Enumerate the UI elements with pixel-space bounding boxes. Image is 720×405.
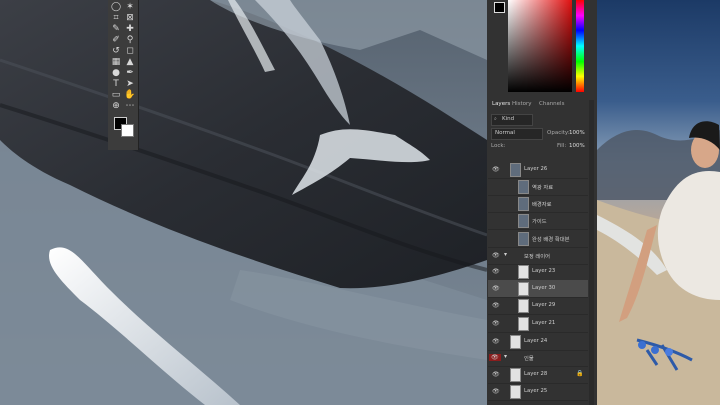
layer-name: 가이드 <box>532 219 547 225</box>
visibility-eye-icon[interactable]: 👁 <box>492 371 500 378</box>
opacity-input[interactable]: 100% <box>569 130 585 136</box>
gradient-icon[interactable]: ▦ <box>110 57 122 68</box>
layer-row[interactable]: 👁 Layer 26 <box>488 161 588 179</box>
type-icon[interactable]: T <box>110 79 122 90</box>
layer-thumbnail <box>518 197 529 211</box>
blend-mode-select[interactable]: Normal <box>491 128 543 140</box>
visibility-eye-icon[interactable]: 👁 <box>492 302 500 309</box>
frame-icon[interactable]: ⊠ <box>124 13 136 24</box>
color-picker-field[interactable] <box>508 0 572 92</box>
layer-thumbnail <box>518 180 529 194</box>
layer-row[interactable]: 👁 Layer 23 <box>488 263 588 281</box>
tab-history[interactable]: History <box>512 101 532 107</box>
layer-name: Layer 24 <box>524 338 548 344</box>
filter-kind-label: Kind <box>502 116 515 122</box>
layer-name: 인물 <box>524 356 534 362</box>
reference-painting <box>597 121 720 405</box>
visibility-eye-icon[interactable]: 👁 <box>489 354 501 361</box>
layer-row[interactable]: 👁 Layer 25 <box>488 383 588 401</box>
lasso-icon[interactable]: ◯ <box>110 2 122 13</box>
background-color-swatch[interactable] <box>121 124 134 137</box>
layer-thumbnail <box>510 163 521 177</box>
layer-row[interactable]: 👁 Layer 28 🔒 <box>488 366 588 384</box>
layer-thumbnail <box>510 385 521 399</box>
layer-name: Layer 23 <box>532 268 556 274</box>
layer-thumbnail <box>518 299 529 313</box>
layer-name: Layer 21 <box>532 320 556 326</box>
fill-label: Fill: <box>557 143 567 149</box>
blend-mode-value: Normal <box>495 130 515 136</box>
layer-row[interactable]: 👁 Layer 30 <box>488 280 588 298</box>
layer-name: Layer 26 <box>524 166 548 172</box>
visibility-eye-icon[interactable]: 👁 <box>492 388 500 395</box>
visibility-eye-icon[interactable]: 👁 <box>492 166 500 173</box>
lock-label: Lock: <box>491 143 506 149</box>
document-canvas[interactable] <box>0 0 487 405</box>
layers-scrollbar[interactable] <box>589 100 594 405</box>
visibility-eye-icon[interactable]: 👁 <box>492 268 500 275</box>
layer-row[interactable]: 배경자료 <box>488 195 588 213</box>
fill-input[interactable]: 100% <box>569 143 585 149</box>
layer-row[interactable]: 완성 배경 확대본 <box>488 230 588 248</box>
color-panel-foreground-swatch[interactable] <box>494 2 505 13</box>
tab-channels[interactable]: Channels <box>539 101 564 107</box>
tab-layers[interactable]: Layers <box>492 101 510 107</box>
layer-name: Layer 28 <box>524 371 548 377</box>
healing-icon[interactable]: ✚ <box>124 24 136 35</box>
layer-row[interactable]: 👁 Layer 21 <box>488 315 588 333</box>
layer-thumbnail <box>510 368 521 382</box>
layer-thumbnail <box>518 265 529 279</box>
zoom-icon[interactable]: ⊕ <box>110 101 122 112</box>
eraser-icon[interactable]: ◻ <box>124 46 136 57</box>
layer-thumbnail <box>518 214 529 228</box>
eyedropper-icon[interactable]: ✎ <box>110 24 122 35</box>
layer-row[interactable]: 👁 ▾ 인물 <box>488 349 588 367</box>
layer-filter-select[interactable]: ⌕ Kind <box>491 114 533 126</box>
folder-icon[interactable]: ▾ <box>504 353 507 360</box>
folder-icon[interactable]: ▾ <box>504 251 507 258</box>
visibility-eye-icon[interactable]: 👁 <box>492 252 500 259</box>
more-icon[interactable]: ⋯ <box>124 101 136 112</box>
visibility-eye-icon[interactable]: 👁 <box>492 285 500 292</box>
opacity-label: Opacity: <box>547 130 570 136</box>
layer-name: Layer 30 <box>532 285 556 291</box>
layer-thumbnail <box>518 317 529 331</box>
visibility-eye-icon[interactable]: 👁 <box>492 338 500 345</box>
visibility-eye-icon[interactable]: 👁 <box>492 320 500 327</box>
history-brush-icon[interactable]: ↺ <box>110 46 122 57</box>
crop-icon[interactable]: ⌗ <box>110 13 122 24</box>
reference-artwork <box>597 0 720 405</box>
layer-thumbnail <box>518 232 529 246</box>
layer-name: Layer 29 <box>532 302 556 308</box>
pen-icon[interactable]: ✒ <box>124 68 136 79</box>
lock-icon: 🔒 <box>576 370 584 377</box>
layer-thumbnail <box>510 335 521 349</box>
layer-name: Layer 25 <box>524 388 548 394</box>
stamp-icon[interactable]: ⚲ <box>124 35 136 46</box>
path-select-icon[interactable]: ➤ <box>124 79 136 90</box>
layer-name: 보정 레이어 <box>524 254 551 260</box>
layer-name: 완성 배경 확대본 <box>532 237 570 243</box>
layer-name: 배경자료 <box>532 202 552 208</box>
hue-slider[interactable] <box>576 0 584 92</box>
layer-row[interactable]: 가이드 <box>488 212 588 230</box>
layer-thumbnail <box>518 282 529 296</box>
layer-row[interactable]: 👁 Layer 29 <box>488 297 588 315</box>
shape-icon[interactable]: ▭ <box>110 90 122 101</box>
layer-name: 역광 자료 <box>532 185 554 191</box>
dodge-icon[interactable]: ● <box>110 68 122 79</box>
layer-row[interactable]: 역광 자료 <box>488 178 588 196</box>
hand-icon[interactable]: ✋ <box>124 90 136 101</box>
painting-closeup <box>0 0 487 405</box>
brush-icon[interactable]: ✐ <box>110 35 122 46</box>
magic-wand-icon[interactable]: ✶ <box>124 2 136 13</box>
search-icon: ⌕ <box>494 116 497 122</box>
blur-icon[interactable]: ▲ <box>124 57 136 68</box>
